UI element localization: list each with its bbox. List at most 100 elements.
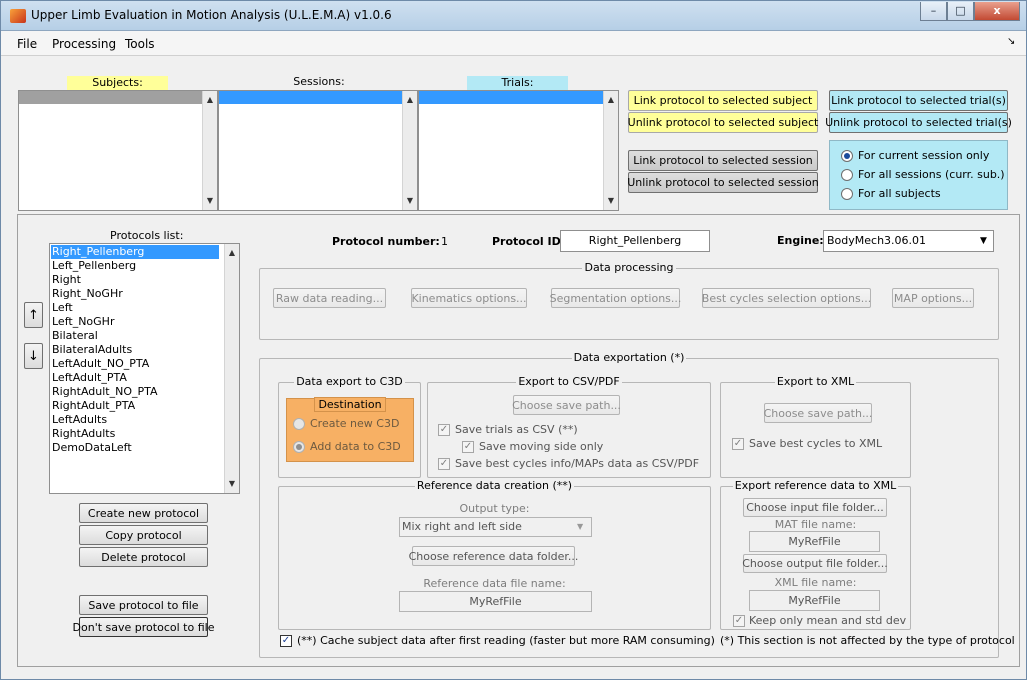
protocol-list-item[interactable]: RightAdults — [51, 427, 219, 441]
save-best-cycles-xml-checkbox[interactable]: ✓ — [732, 438, 744, 450]
unlink-subject-button[interactable]: Unlink protocol to selected subject — [628, 112, 818, 133]
xml-file-name-input[interactable]: MyRefFile — [749, 590, 880, 611]
link-subject-button[interactable]: Link protocol to selected subject — [628, 90, 818, 111]
protocol-list-item[interactable]: Right_NoGHr — [51, 287, 219, 301]
scope-radio-all-sessions[interactable] — [841, 169, 853, 181]
sessions-scrollbar[interactable]: ▲ ▼ — [402, 91, 417, 210]
xml-export-group: Export to XML Choose save path... ✓ Save… — [720, 375, 911, 478]
create-protocol-button[interactable]: Create new protocol — [79, 503, 208, 523]
trials-selected-row[interactable] — [419, 91, 603, 104]
c3d-destination-panel: Destination Create new C3D Add data to C… — [286, 397, 414, 462]
ref-file-name-input[interactable]: MyRefFile — [399, 591, 592, 612]
protocols-list[interactable]: Right_Pellenberg Left_Pellenberg Right Righ… — [49, 243, 240, 494]
save-trials-csv-checkbox[interactable]: ✓ — [438, 424, 450, 436]
kinematics-options-button[interactable]: Kinematics options... — [411, 288, 527, 308]
map-options-button[interactable]: MAP options... — [892, 288, 974, 308]
dock-arrow-icon[interactable]: ↘ — [1007, 36, 1015, 47]
scroll-down-icon[interactable]: ▼ — [604, 194, 618, 208]
choose-ref-folder-button[interactable]: Choose reference data folder... — [409, 546, 578, 566]
dropdown-arrow-icon[interactable]: ▼ — [976, 231, 991, 251]
scope-radio-current-session[interactable] — [841, 150, 853, 162]
best-cycles-options-button[interactable]: Best cycles selection options... — [702, 288, 871, 308]
protocols-list-label: Protocols list: — [110, 229, 184, 242]
trials-scrollbar[interactable]: ▲ ▼ — [603, 91, 618, 210]
link-session-button[interactable]: Link protocol to selected session — [628, 150, 818, 171]
protocol-list-item[interactable]: DemoDataLeft — [51, 441, 219, 455]
subjects-scrollbar[interactable]: ▲ ▼ — [202, 91, 217, 210]
xml-choose-path-button[interactable]: Choose save path... — [764, 403, 872, 423]
trials-list[interactable]: ▲ ▼ — [418, 90, 619, 211]
raw-data-reading-button[interactable]: Raw data reading... — [273, 288, 386, 308]
protocol-list-item[interactable]: RightAdult_PTA — [51, 399, 219, 413]
protocols-scrollbar[interactable]: ▲ ▼ — [224, 244, 239, 493]
protocol-list-item[interactable]: RightAdult_NO_PTA — [51, 385, 219, 399]
save-protocol-button[interactable]: Save protocol to file — [79, 595, 208, 615]
protocol-list-item[interactable]: LeftAdult_PTA — [51, 371, 219, 385]
menu-bar: File Processing Tools ↘ — [1, 31, 1026, 56]
save-moving-side-checkbox[interactable]: ✓ — [462, 441, 474, 453]
scroll-up-icon[interactable]: ▲ — [203, 93, 217, 107]
save-best-cycles-csv-checkbox[interactable]: ✓ — [438, 458, 450, 470]
dont-save-protocol-button[interactable]: Don't save protocol to file — [73, 617, 214, 637]
menu-file[interactable]: File — [17, 37, 37, 51]
add-c3d-label: Add data to C3D — [310, 440, 401, 453]
ref-xml-title: Export reference data to XML — [732, 479, 899, 492]
engine-label: Engine: — [777, 234, 824, 247]
engine-value: BodyMech3.06.01 — [827, 234, 927, 247]
protocol-id-input[interactable]: Right_Pellenberg — [560, 230, 710, 252]
minimize-button[interactable]: – — [920, 2, 947, 21]
protocol-list-item[interactable]: Left_NoGHr — [51, 315, 219, 329]
sessions-selected-row[interactable] — [219, 91, 402, 104]
protocol-list-item[interactable]: Left — [51, 301, 219, 315]
engine-select[interactable]: BodyMech3.06.01 ▼ — [823, 230, 994, 252]
create-c3d-radio[interactable] — [293, 418, 305, 430]
protocol-list-item[interactable]: BilateralAdults — [51, 343, 219, 357]
move-down-button[interactable]: ↓ — [24, 343, 43, 369]
segmentation-options-button[interactable]: Segmentation options... — [550, 288, 681, 308]
protocol-list-item[interactable]: Right — [51, 273, 219, 287]
menu-tools[interactable]: Tools — [125, 37, 155, 51]
subjects-selected-row[interactable] — [19, 91, 202, 104]
csv-choose-path-button[interactable]: Choose save path... — [512, 395, 621, 415]
mat-file-name-input[interactable]: MyRefFile — [749, 531, 880, 552]
subjects-list[interactable]: ▲ ▼ — [18, 90, 218, 211]
scroll-up-icon[interactable]: ▲ — [225, 246, 239, 260]
save-moving-side-label: Save moving side only — [479, 440, 604, 453]
protocol-number-label: Protocol number: — [332, 235, 440, 248]
keep-mean-std-checkbox[interactable]: ✓ — [733, 615, 745, 627]
xml-file-name-label: XML file name: — [774, 576, 857, 589]
xml-export-title: Export to XML — [774, 375, 857, 388]
data-exportation-title: Data exportation (*) — [571, 351, 687, 364]
choose-output-folder-button[interactable]: Choose output file folder... — [742, 554, 888, 573]
unlink-trials-button[interactable]: Unlink protocol to selected trial(s) — [825, 112, 1012, 133]
scope-radio-all-subjects[interactable] — [841, 188, 853, 200]
scroll-down-icon[interactable]: ▼ — [203, 194, 217, 208]
protocol-list-item[interactable]: LeftAdults — [51, 413, 219, 427]
move-up-button[interactable]: ↑ — [24, 302, 43, 328]
close-button[interactable]: x — [974, 2, 1020, 21]
scroll-up-icon[interactable]: ▲ — [604, 93, 618, 107]
output-type-select[interactable]: Mix right and left side ▼ — [399, 517, 592, 537]
ref-file-name-label: Reference data file name: — [423, 577, 566, 590]
choose-input-folder-button[interactable]: Choose input file folder... — [743, 498, 887, 517]
link-trials-button[interactable]: Link protocol to selected trial(s) — [829, 90, 1008, 111]
delete-protocol-button[interactable]: Delete protocol — [79, 547, 208, 567]
protocol-list-item[interactable]: Left_Pellenberg — [51, 259, 219, 273]
scroll-down-icon[interactable]: ▼ — [225, 477, 239, 491]
protocol-list-item[interactable]: Bilateral — [51, 329, 219, 343]
menu-processing[interactable]: Processing — [52, 37, 116, 51]
cache-data-checkbox[interactable]: ✓ — [280, 635, 292, 647]
dropdown-arrow-icon[interactable]: ▼ — [577, 518, 589, 536]
scroll-down-icon[interactable]: ▼ — [403, 194, 417, 208]
sessions-header: Sessions: — [293, 75, 345, 88]
protocol-list-item[interactable]: LeftAdult_NO_PTA — [51, 357, 219, 371]
sessions-list[interactable]: ▲ ▼ — [218, 90, 418, 211]
save-best-cycles-xml-label: Save best cycles to XML — [749, 437, 883, 450]
copy-protocol-button[interactable]: Copy protocol — [79, 525, 208, 545]
add-c3d-radio[interactable] — [293, 441, 305, 453]
cache-data-label: (**) Cache subject data after first read… — [297, 634, 715, 647]
protocol-list-item[interactable]: Right_Pellenberg — [51, 245, 219, 259]
scroll-up-icon[interactable]: ▲ — [403, 93, 417, 107]
unlink-session-button[interactable]: Unlink protocol to selected session — [627, 172, 819, 193]
maximize-button[interactable]: □ — [947, 2, 974, 21]
